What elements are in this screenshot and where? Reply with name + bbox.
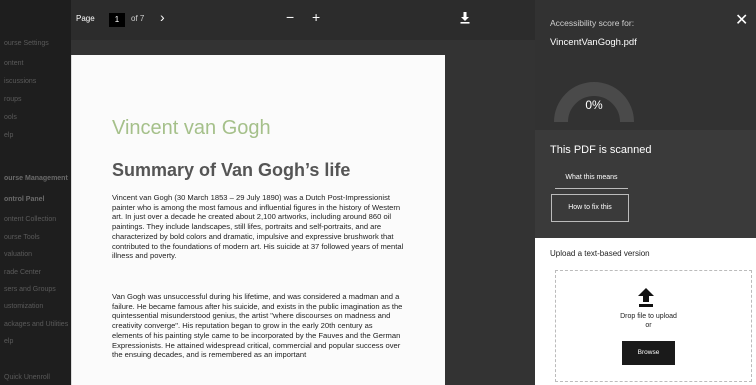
score-percent: 0% bbox=[585, 98, 603, 112]
course-sidebar: ourse Settings ontent iscussions roups ools e… bbox=[0, 0, 71, 385]
sidebar-item[interactable]: ontent Collection bbox=[4, 216, 56, 223]
sidebar-item[interactable]: iscussions bbox=[4, 78, 36, 85]
scan-message: This PDF is scanned bbox=[550, 144, 652, 156]
document-paragraph: Van Gogh was unsuccessful during his lif… bbox=[112, 292, 403, 360]
score-label: Accessibility score for: bbox=[550, 18, 635, 28]
sidebar-item[interactable]: valuation bbox=[4, 251, 32, 258]
sidebar-item[interactable]: ourse Management bbox=[4, 175, 68, 182]
zoom-in-button[interactable]: + bbox=[312, 9, 320, 25]
sidebar-item[interactable]: ackages and Utilities bbox=[4, 321, 68, 328]
viewer-toolbar: ‹ Page of 7 › − + bbox=[71, 0, 535, 40]
what-this-means-button[interactable]: What this means bbox=[555, 168, 628, 189]
sidebar-item[interactable]: roups bbox=[4, 96, 22, 103]
sidebar-item[interactable]: elp bbox=[4, 132, 13, 139]
sidebar-item[interactable]: ontrol Panel bbox=[4, 196, 44, 203]
browse-button[interactable]: Browse bbox=[622, 341, 675, 365]
drop-or-text: or bbox=[645, 322, 652, 329]
page-count: of 7 bbox=[131, 14, 145, 23]
how-to-fix-button[interactable]: How to fix this bbox=[551, 194, 629, 222]
sidebar-item[interactable]: Quick Unenroll bbox=[4, 374, 50, 381]
accessibility-panel: Accessibility score for: VincentVanGogh.… bbox=[535, 0, 756, 385]
document-title: Vincent van Gogh bbox=[112, 117, 271, 139]
close-icon[interactable]: ✕ bbox=[735, 10, 748, 30]
pdf-viewer: ‹ Page of 7 › − + Vincent van Gogh Summa… bbox=[71, 0, 535, 385]
document-heading: Summary of Van Gogh’s life bbox=[112, 160, 351, 180]
drop-file-text: Drop file to upload bbox=[620, 313, 677, 320]
download-icon[interactable] bbox=[460, 12, 470, 26]
sidebar-item[interactable]: elp bbox=[4, 338, 13, 345]
sidebar-item[interactable]: ools bbox=[4, 114, 17, 121]
page-number-input[interactable] bbox=[109, 13, 125, 27]
upload-icon bbox=[638, 288, 654, 307]
next-page-button[interactable]: › bbox=[160, 9, 165, 25]
document-paragraph: Vincent van Gogh (30 March 1853 – 29 Jul… bbox=[112, 193, 404, 261]
sidebar-item[interactable]: ustomization bbox=[4, 303, 43, 310]
sidebar-item[interactable]: ourse Settings bbox=[4, 40, 49, 47]
document-page: Vincent van Gogh Summary of Van Gogh’s l… bbox=[71, 55, 445, 385]
page-label: Page bbox=[76, 14, 95, 23]
sidebar-item[interactable]: sers and Groups bbox=[4, 286, 56, 293]
sidebar-item[interactable]: rade Center bbox=[4, 269, 41, 276]
sidebar-item[interactable]: ontent bbox=[4, 60, 23, 67]
sidebar-item[interactable]: ourse Tools bbox=[4, 234, 40, 241]
zoom-out-button[interactable]: − bbox=[286, 9, 294, 25]
upload-title: Upload a text-based version bbox=[550, 249, 650, 258]
file-name: VincentVanGogh.pdf bbox=[550, 37, 637, 48]
